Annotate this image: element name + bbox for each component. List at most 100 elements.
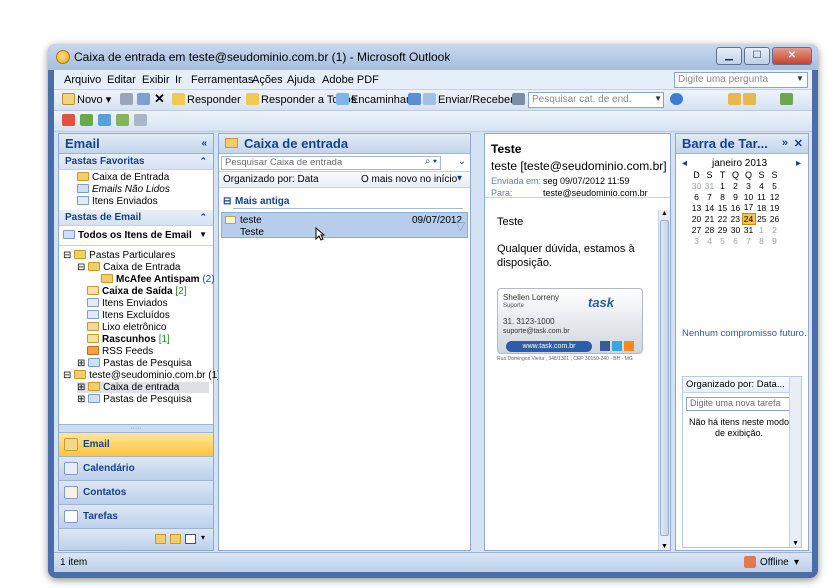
nav-button-tasks[interactable]: Tarefas xyxy=(59,504,213,528)
calendar-day[interactable]: 17 xyxy=(742,202,755,213)
task-arranged-by[interactable]: Organizado por: Data... xyxy=(686,379,785,390)
calendar-day[interactable]: 22 xyxy=(716,213,729,224)
address-search-input[interactable]: Pesquisar cat. de end. ▼ xyxy=(528,92,664,108)
fav-unread[interactable]: Emails Não Lidos xyxy=(77,184,170,195)
nav-button-contacts[interactable]: Contatos xyxy=(59,480,213,504)
sort-order[interactable]: O mais novo no início xyxy=(361,174,457,185)
message-row[interactable]: teste 09/07/2012 Teste ▽ xyxy=(221,212,468,238)
move-button[interactable] xyxy=(137,93,152,106)
calendar-day[interactable]: 2 xyxy=(768,224,781,235)
tree-drafts[interactable]: Rascunhos [1] xyxy=(87,334,170,345)
configure-buttons-icon[interactable]: ▾ xyxy=(201,533,205,542)
maximize-button[interactable]: ☐ xyxy=(744,47,770,65)
task-arrange-bar[interactable]: Organizado por: Data... ▲ xyxy=(683,377,801,393)
tree-account-inbox[interactable]: ⊞ Caixa de entrada xyxy=(77,382,209,393)
minimize-button[interactable]: ▁ xyxy=(716,47,742,65)
calendar-day[interactable]: 6 xyxy=(690,191,703,202)
reply-button[interactable]: Responder xyxy=(172,93,241,106)
menu-ir[interactable]: Ir xyxy=(175,74,182,86)
calendar-day[interactable]: 4 xyxy=(703,235,716,246)
calendar-day[interactable]: 29 xyxy=(716,224,729,235)
calendar-day[interactable]: 9 xyxy=(768,235,781,246)
menu-ajuda[interactable]: Ajuda xyxy=(287,74,315,86)
calendar-day[interactable]: 3 xyxy=(742,180,755,191)
group-collapse-icon[interactable]: ⊟ xyxy=(223,196,231,207)
scroll-down-icon[interactable]: ▼ xyxy=(661,543,668,550)
tree-deleted[interactable]: Itens Excluídos xyxy=(87,310,170,321)
arranged-by[interactable]: Organizado por: Data xyxy=(223,174,319,185)
calendar-day[interactable]: 21 xyxy=(703,213,716,224)
scroll-up-icon[interactable]: ▲ xyxy=(661,210,668,217)
calendar-day[interactable]: 1 xyxy=(755,224,768,235)
rss-feed-icon[interactable] xyxy=(624,341,634,351)
shortcuts-icon[interactable] xyxy=(185,534,196,544)
signature-site[interactable]: www.task.com.br xyxy=(506,341,592,352)
antispam-button-2[interactable] xyxy=(80,114,95,127)
help-button[interactable] xyxy=(670,93,685,106)
calendar-day[interactable]: 8 xyxy=(755,235,768,246)
message-from[interactable]: teste [teste@seudominio.com.br] xyxy=(491,159,667,173)
tree-inbox[interactable]: ⊟ Caixa de Entrada xyxy=(77,262,180,273)
antispam-button-5[interactable] xyxy=(134,114,149,127)
search-icon[interactable]: ⌕ ▾ xyxy=(425,156,437,167)
calendar-day[interactable]: 15 xyxy=(716,202,729,213)
new-button[interactable]: Novo ▾ xyxy=(62,93,111,106)
tree-personal-folders[interactable]: ⊟ Pastas Particulares xyxy=(63,250,175,261)
delete-button[interactable]: ✕ xyxy=(154,91,165,107)
chevron-up-icon[interactable]: ⌃ xyxy=(199,156,207,167)
send-receive-button[interactable]: Enviar/Receber ▾ xyxy=(408,93,522,106)
calendar-day[interactable]: 27 xyxy=(690,224,703,235)
antispam-button-1[interactable] xyxy=(62,114,77,127)
menu-acoes[interactable]: Ações xyxy=(252,74,283,86)
calendar-day[interactable]: 2 xyxy=(729,180,742,191)
tree-junk[interactable]: Lixo eletrônico xyxy=(87,322,166,333)
close-button[interactable]: ✕ xyxy=(772,47,812,65)
tree-search-folders[interactable]: ⊞ Pastas de Pesquisa xyxy=(77,358,192,369)
calendar-day[interactable]: 5 xyxy=(716,235,729,246)
fav-inbox[interactable]: Caixa de Entrada xyxy=(77,172,169,183)
prev-month-icon[interactable]: ◂ xyxy=(682,158,687,169)
scrollbar-thumb[interactable] xyxy=(660,220,669,536)
calendar-day[interactable]: 12 xyxy=(768,191,781,202)
reading-scrollbar[interactable]: ▲ ▼ xyxy=(658,210,670,550)
forward-button[interactable]: Encaminhar xyxy=(336,93,410,106)
folder-list-icon[interactable] xyxy=(170,534,181,544)
next-month-icon[interactable]: ▸ xyxy=(796,158,801,169)
calendar-day[interactable]: 24 xyxy=(741,212,756,225)
nav-button-calendar[interactable]: Calendário xyxy=(59,456,213,480)
calendar-day[interactable]: 8 xyxy=(716,191,729,202)
tree-mcafee[interactable]: McAfee Antispam (2) xyxy=(101,274,215,285)
calendar-day[interactable]: 30 xyxy=(729,224,742,235)
close-icon[interactable]: ✕ xyxy=(794,137,803,150)
tree-account[interactable]: ⊟ teste@seudominio.com.br (1) xyxy=(63,370,221,381)
calendar-day[interactable]: 3 xyxy=(690,235,703,246)
calendar-day[interactable]: 23 xyxy=(729,213,742,224)
calendar-day[interactable]: 26 xyxy=(768,213,781,224)
connection-status[interactable]: Offline xyxy=(760,557,789,568)
calendar-day[interactable]: 31 xyxy=(703,180,716,191)
facebook-icon[interactable] xyxy=(600,341,610,351)
to-value[interactable]: teste@seudominio.com.br xyxy=(543,188,648,198)
tree-sent[interactable]: Itens Enviados xyxy=(87,298,168,309)
splitter[interactable]: ····· xyxy=(59,424,213,432)
tree-account-search[interactable]: ⊞ Pastas de Pesquisa xyxy=(77,394,192,405)
expand-icon[interactable]: » xyxy=(782,137,788,149)
calendar-day[interactable]: 1 xyxy=(716,180,729,191)
calendar-day[interactable]: 13 xyxy=(690,202,703,213)
toolbar-options-button[interactable] xyxy=(728,93,758,106)
group-header[interactable]: ⊟ Mais antiga xyxy=(219,192,470,210)
chevron-down-icon[interactable]: ▼ xyxy=(654,94,662,103)
calendar-day[interactable]: 16 xyxy=(729,202,742,213)
nav-button-email[interactable]: Email xyxy=(59,432,213,456)
inbox-search-input[interactable]: Pesquisar Caixa de entrada ⌕ ▾ xyxy=(221,156,441,170)
tree-rss[interactable]: RSS Feeds xyxy=(87,346,153,357)
calendar-day[interactable]: 10 xyxy=(742,191,755,202)
calendar-day[interactable]: 19 xyxy=(768,202,781,213)
new-task-input[interactable]: Digite uma nova tarefa xyxy=(686,397,792,411)
flag-icon[interactable]: ▽ xyxy=(456,219,465,233)
menu-ferramentas[interactable]: Ferramentas xyxy=(191,74,253,86)
antispam-button-3[interactable] xyxy=(98,114,113,127)
all-mail-items[interactable]: Todos os Itens de Email xyxy=(63,230,192,241)
task-scrollbar[interactable]: ▼ xyxy=(789,377,801,547)
calendar-day[interactable]: 25 xyxy=(755,213,768,224)
